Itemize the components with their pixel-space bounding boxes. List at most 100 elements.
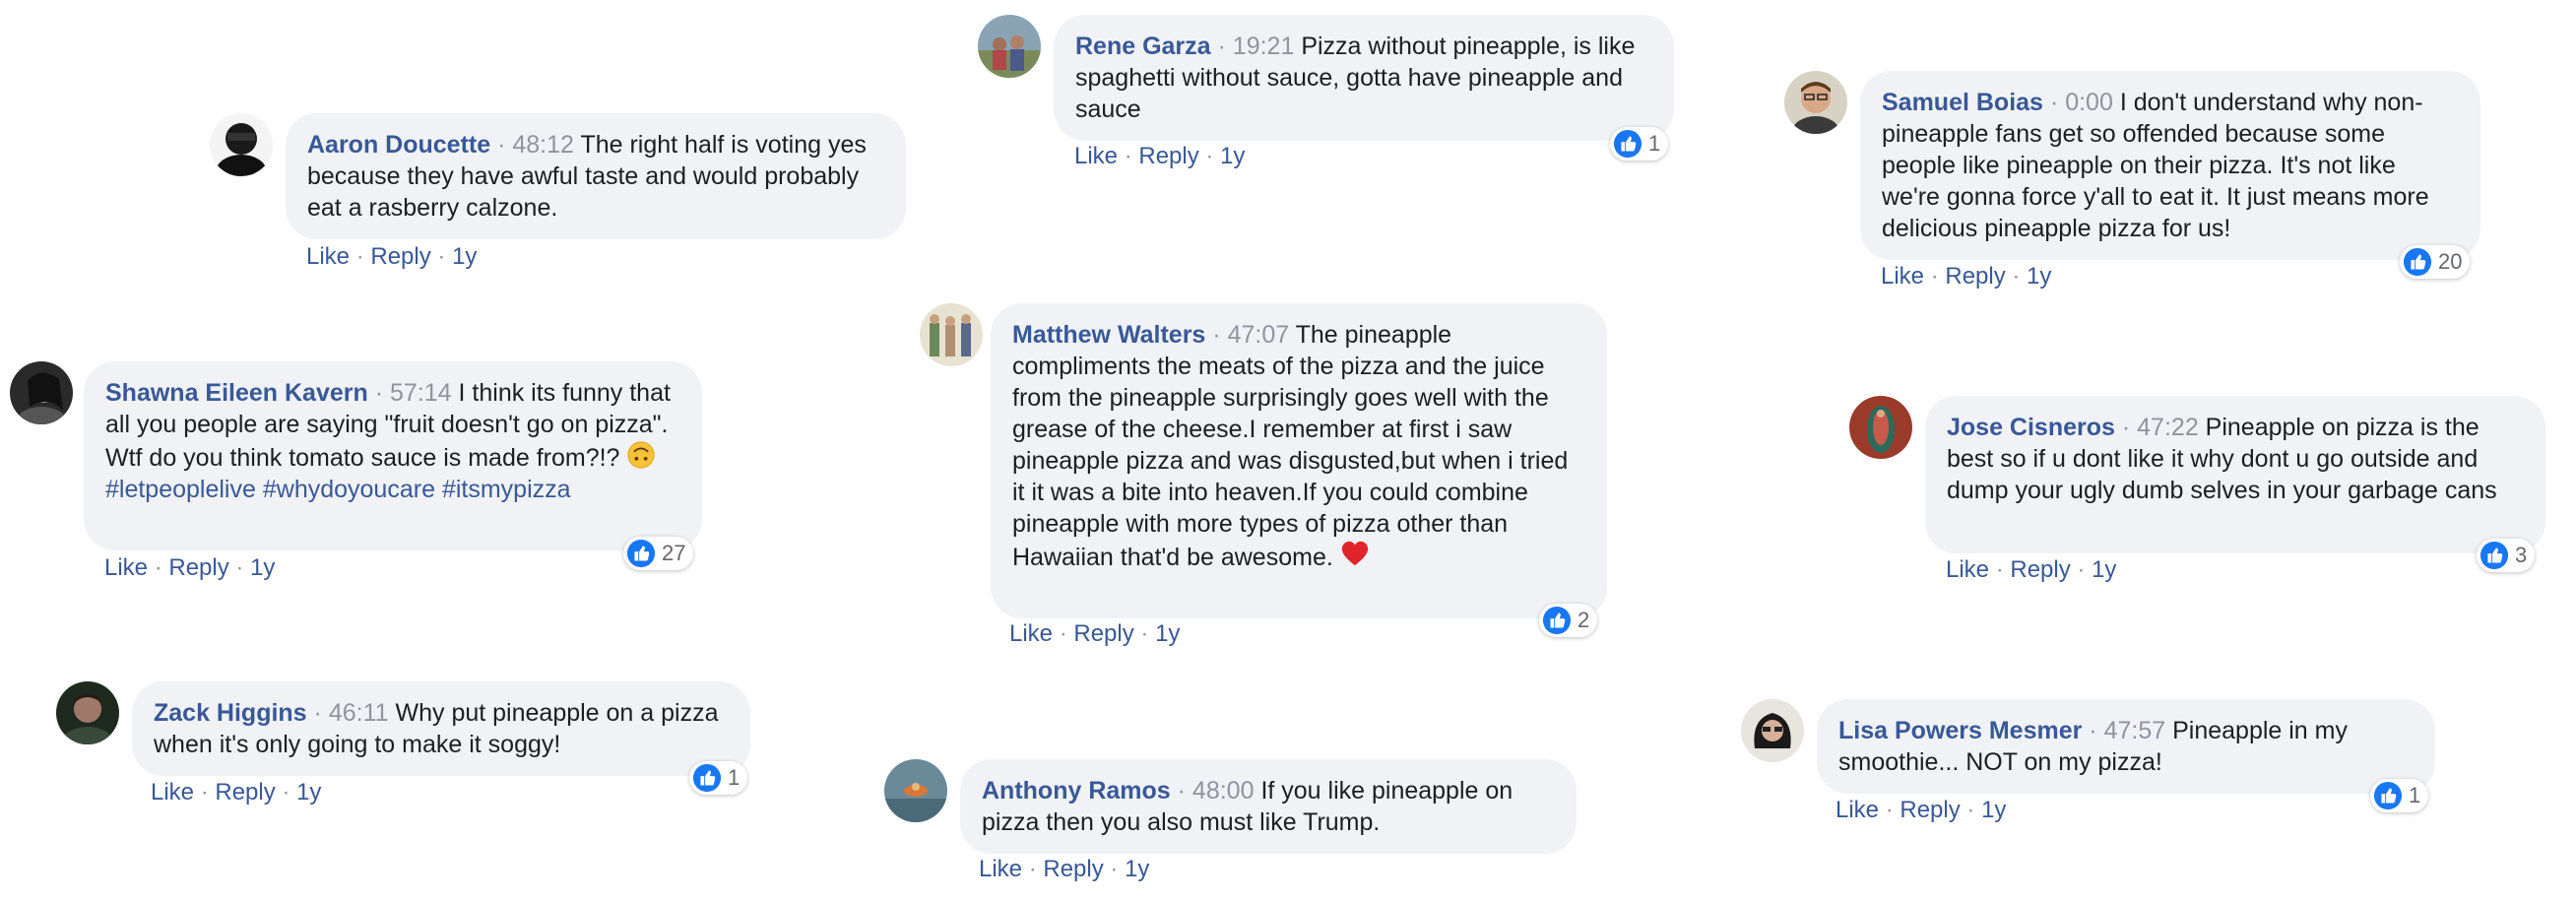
avatar[interactable] xyxy=(978,15,1041,78)
comment-author[interactable]: Shawna Eileen Kavern xyxy=(105,379,368,407)
comment-age[interactable]: 1y xyxy=(1155,620,1180,647)
comment-bubble: Aaron Doucette · 48:12 The right half is… xyxy=(286,113,906,239)
comment-age[interactable]: 1y xyxy=(296,779,321,805)
comment-bubble: Matthew Walters · 47:07 The pineapple co… xyxy=(991,303,1607,618)
reply-link[interactable]: Reply xyxy=(370,243,430,270)
reply-link[interactable]: Reply xyxy=(1043,856,1103,882)
like-link[interactable]: Like xyxy=(1881,263,1924,290)
comment-age[interactable]: 1y xyxy=(1220,143,1245,169)
thumbs-up-icon xyxy=(2373,781,2403,810)
comment-bubble: Jose Cisneros · 47:22 Pineapple on pizza… xyxy=(1925,396,2545,553)
separator: · xyxy=(2012,263,2021,290)
avatar[interactable] xyxy=(56,681,119,744)
reaction-count: 1 xyxy=(2409,783,2421,807)
like-link[interactable]: Like xyxy=(151,779,194,805)
hashtag-link[interactable]: #whydoyoucare xyxy=(263,476,435,503)
comment-actions: Like · Reply · 1y xyxy=(1946,556,2116,584)
reaction-count-badge[interactable]: 2 xyxy=(1539,604,1598,637)
like-link[interactable]: Like xyxy=(104,554,148,581)
comment-bubble: Rene Garza · 19:21 Pizza without pineapp… xyxy=(1054,15,1674,141)
reaction-count-badge[interactable]: 1 xyxy=(2370,779,2429,812)
hashtag-link[interactable]: #itsmypizza xyxy=(442,476,571,503)
comment-age[interactable]: 1y xyxy=(250,554,275,581)
reply-link[interactable]: Reply xyxy=(1073,620,1133,647)
separator: · xyxy=(282,779,290,805)
reaction-count-badge[interactable]: 1 xyxy=(689,761,748,795)
comment-age[interactable]: 1y xyxy=(2092,556,2116,583)
separator: · xyxy=(313,699,329,727)
thumbs-up-icon xyxy=(1613,129,1642,159)
like-link[interactable]: Like xyxy=(979,856,1022,882)
hashtag-link[interactable]: #letpeoplelive xyxy=(105,476,256,503)
separator: · xyxy=(1885,797,1894,823)
red-heart-emoji xyxy=(1340,540,1370,569)
reply-link[interactable]: Reply xyxy=(215,779,275,805)
comment-author[interactable]: Lisa Powers Mesmer xyxy=(1838,717,2082,744)
comment-actions: Like · Reply · 1y xyxy=(1009,620,1180,648)
comment-timestamp[interactable]: 0:00 xyxy=(2065,89,2113,116)
comment-timestamp[interactable]: 47:22 xyxy=(2137,414,2199,441)
reaction-count-badge[interactable]: 27 xyxy=(623,537,694,570)
separator: · xyxy=(2089,717,2104,744)
comment-timestamp[interactable]: 47:57 xyxy=(2104,717,2166,744)
reply-link[interactable]: Reply xyxy=(168,554,228,581)
separator: · xyxy=(1028,856,1037,882)
comment-age[interactable]: 1y xyxy=(452,243,477,270)
avatar[interactable] xyxy=(1849,396,1912,459)
comment-timestamp[interactable]: 48:00 xyxy=(1192,777,1255,805)
separator: · xyxy=(235,554,244,581)
comment-timestamp[interactable]: 57:14 xyxy=(390,379,452,407)
thumbs-up-icon xyxy=(1542,606,1572,635)
thumbs-up-icon xyxy=(2479,541,2509,570)
separator: · xyxy=(355,243,364,270)
like-link[interactable]: Like xyxy=(306,243,350,270)
avatar[interactable] xyxy=(1741,699,1804,762)
reaction-count: 3 xyxy=(2515,543,2528,567)
comment-author[interactable]: Jose Cisneros xyxy=(1947,414,2115,441)
comment-author[interactable]: Zack Higgins xyxy=(154,699,307,727)
comment-age[interactable]: 1y xyxy=(1981,797,2006,823)
separator: · xyxy=(1177,777,1192,805)
comment-bubble: Shawna Eileen Kavern · 57:14 I think its… xyxy=(84,361,702,550)
comment-bubble: Anthony Ramos · 48:00 If you like pineap… xyxy=(960,759,1577,854)
reaction-count-badge[interactable]: 1 xyxy=(1610,127,1669,161)
separator: · xyxy=(437,243,446,270)
comment-actions: Like · Reply · 1y xyxy=(104,554,275,582)
avatar[interactable] xyxy=(1784,71,1847,134)
separator: · xyxy=(1124,143,1132,169)
comment-author[interactable]: Anthony Ramos xyxy=(982,777,1171,805)
comment-actions: Like · Reply · 1y xyxy=(1074,143,1245,170)
separator: · xyxy=(497,131,513,159)
comment-author[interactable]: Aaron Doucette xyxy=(307,131,490,159)
separator: · xyxy=(1110,856,1119,882)
comment-text: The pineapple compliments the meats of t… xyxy=(1012,321,1569,571)
comment-timestamp[interactable]: 48:12 xyxy=(512,131,574,159)
comment-age[interactable]: 1y xyxy=(1125,856,1149,882)
comment-author[interactable]: Matthew Walters xyxy=(1012,321,1205,349)
separator: · xyxy=(1059,620,1067,647)
comment-timestamp[interactable]: 19:21 xyxy=(1233,32,1295,60)
comment-timestamp[interactable]: 46:11 xyxy=(329,699,389,727)
comment-actions: Like · Reply · 1y xyxy=(306,243,477,271)
comment-author[interactable]: Rene Garza xyxy=(1075,32,1211,60)
reply-link[interactable]: Reply xyxy=(1945,263,2005,290)
avatar[interactable] xyxy=(884,759,947,822)
comment-bubble: Zack Higgins · 46:11 Why put pineapple o… xyxy=(132,681,750,776)
comment-actions: Like · Reply · 1y xyxy=(151,779,321,806)
avatar[interactable] xyxy=(920,303,983,366)
like-link[interactable]: Like xyxy=(1074,143,1118,169)
reply-link[interactable]: Reply xyxy=(1900,797,1960,823)
reaction-count-badge[interactable]: 3 xyxy=(2477,539,2536,572)
reaction-count-badge[interactable]: 20 xyxy=(2400,245,2471,279)
reaction-count: 2 xyxy=(1578,608,1590,632)
reply-link[interactable]: Reply xyxy=(2010,556,2070,583)
like-link[interactable]: Like xyxy=(1835,797,1879,823)
reply-link[interactable]: Reply xyxy=(1138,143,1198,169)
avatar[interactable] xyxy=(10,361,73,424)
comment-timestamp[interactable]: 47:07 xyxy=(1228,321,1290,349)
comment-age[interactable]: 1y xyxy=(2027,263,2051,290)
like-link[interactable]: Like xyxy=(1009,620,1053,647)
comment-author[interactable]: Samuel Boias xyxy=(1882,89,2043,116)
avatar[interactable] xyxy=(210,113,273,176)
like-link[interactable]: Like xyxy=(1946,556,1989,583)
